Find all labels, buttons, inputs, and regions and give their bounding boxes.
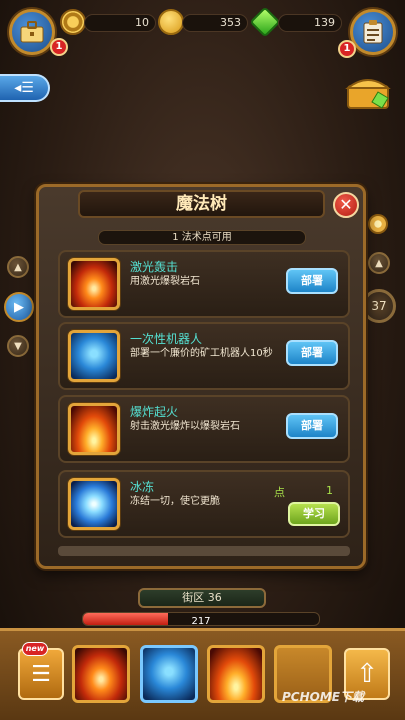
coins-count: 353 xyxy=(182,14,248,32)
fire-blast-icon xyxy=(68,403,120,455)
close-icon: ✕ xyxy=(339,195,353,214)
progress-value: 217 xyxy=(191,616,211,627)
skill-desc: 冻结一切，使它更脆 xyxy=(130,496,220,507)
learn-button[interactable]: 学习 xyxy=(288,502,340,526)
list-icon: ☰ xyxy=(31,661,51,687)
deploy-button[interactable]: 部署 xyxy=(286,268,338,294)
gems-count: 139 xyxy=(278,14,342,32)
settings-gear-icon[interactable] xyxy=(368,214,388,234)
street-label: 街区 36 xyxy=(138,588,266,608)
coin-icon xyxy=(158,9,184,35)
scroll-down-button[interactable]: ▼ xyxy=(7,335,29,357)
skill-name: 爆炸起火 xyxy=(130,405,179,419)
close-button[interactable]: ✕ xyxy=(333,192,359,218)
toolbox-icon xyxy=(20,21,44,43)
cost-label: 点 xyxy=(274,486,285,499)
play-icon: ▶ xyxy=(14,299,24,315)
skill-card-freeze: 冰冻 冻结一切，使它更脆 点 1 学习 xyxy=(58,470,350,538)
robot-icon xyxy=(68,330,120,382)
play-button[interactable]: ▶ xyxy=(4,292,34,322)
right-scroll-up-button[interactable]: ▲ xyxy=(368,252,390,274)
chevron-up-icon: ▲ xyxy=(14,261,22,273)
quick-slot-explosion[interactable] xyxy=(207,645,265,703)
laser-blast-icon xyxy=(68,258,120,310)
quick-slot-laser[interactable] xyxy=(72,645,130,703)
skill-desc: 射击激光爆炸以爆裂岩石 xyxy=(130,421,240,432)
skill-desc: 用激光爆裂岩石 xyxy=(130,276,200,287)
deploy-button[interactable]: 部署 xyxy=(286,340,338,366)
list-scroll-indicator[interactable] xyxy=(58,546,350,556)
treasure-chest-button[interactable] xyxy=(344,70,394,110)
scroll-up-button[interactable]: ▲ xyxy=(7,256,29,278)
watermark: PCHOME下载 xyxy=(282,688,364,705)
chevron-down-icon: ▼ xyxy=(14,340,22,352)
skill-card-laser: 激光轰击 用激光爆裂岩石 部署 xyxy=(58,250,350,318)
quest-button[interactable] xyxy=(350,9,396,55)
clipboard-icon xyxy=(363,20,383,44)
panel-title: 魔法树 xyxy=(78,190,325,218)
skill-desc: 部署一个廉价的矿工机器人10秒 xyxy=(130,348,273,359)
gear-icon xyxy=(60,9,86,35)
treasure-chest-icon xyxy=(345,79,391,109)
ice-crystal-icon xyxy=(68,478,120,530)
cost-value: 1 xyxy=(326,484,333,497)
depth-counter: 37 xyxy=(362,289,396,323)
menu-toggle-button[interactable]: ◂☰ xyxy=(0,74,50,102)
quick-slot-robot[interactable] xyxy=(140,645,198,703)
watermark-text: PCHOME下载 xyxy=(282,690,364,704)
chevron-up-icon: ▲ xyxy=(375,257,383,269)
gem-icon xyxy=(249,6,281,38)
toolbox-button[interactable] xyxy=(9,9,55,55)
gears-count: 10 xyxy=(84,14,156,32)
skill-card-explosion: 爆炸起火 射击激光爆炸以爆裂岩石 部署 xyxy=(58,395,350,463)
skill-card-robot: 一次性机器人 部署一个廉价的矿工机器人10秒 部署 xyxy=(58,322,350,390)
menu-icon: ◂☰ xyxy=(14,80,34,96)
skill-name: 激光轰击 xyxy=(130,260,179,274)
depth-counter-label: 37 xyxy=(371,299,387,313)
toolbox-badge: 1 xyxy=(50,38,68,56)
skill-name: 冰冻 xyxy=(130,480,155,494)
skill-name: 一次性机器人 xyxy=(130,332,203,346)
new-badge: new xyxy=(22,642,48,656)
deploy-button[interactable]: 部署 xyxy=(286,413,338,439)
quest-badge: 1 xyxy=(338,40,356,58)
arrow-up-icon: ⇧ xyxy=(356,659,378,689)
spell-points-label: 1 法术点可用 xyxy=(98,230,306,245)
